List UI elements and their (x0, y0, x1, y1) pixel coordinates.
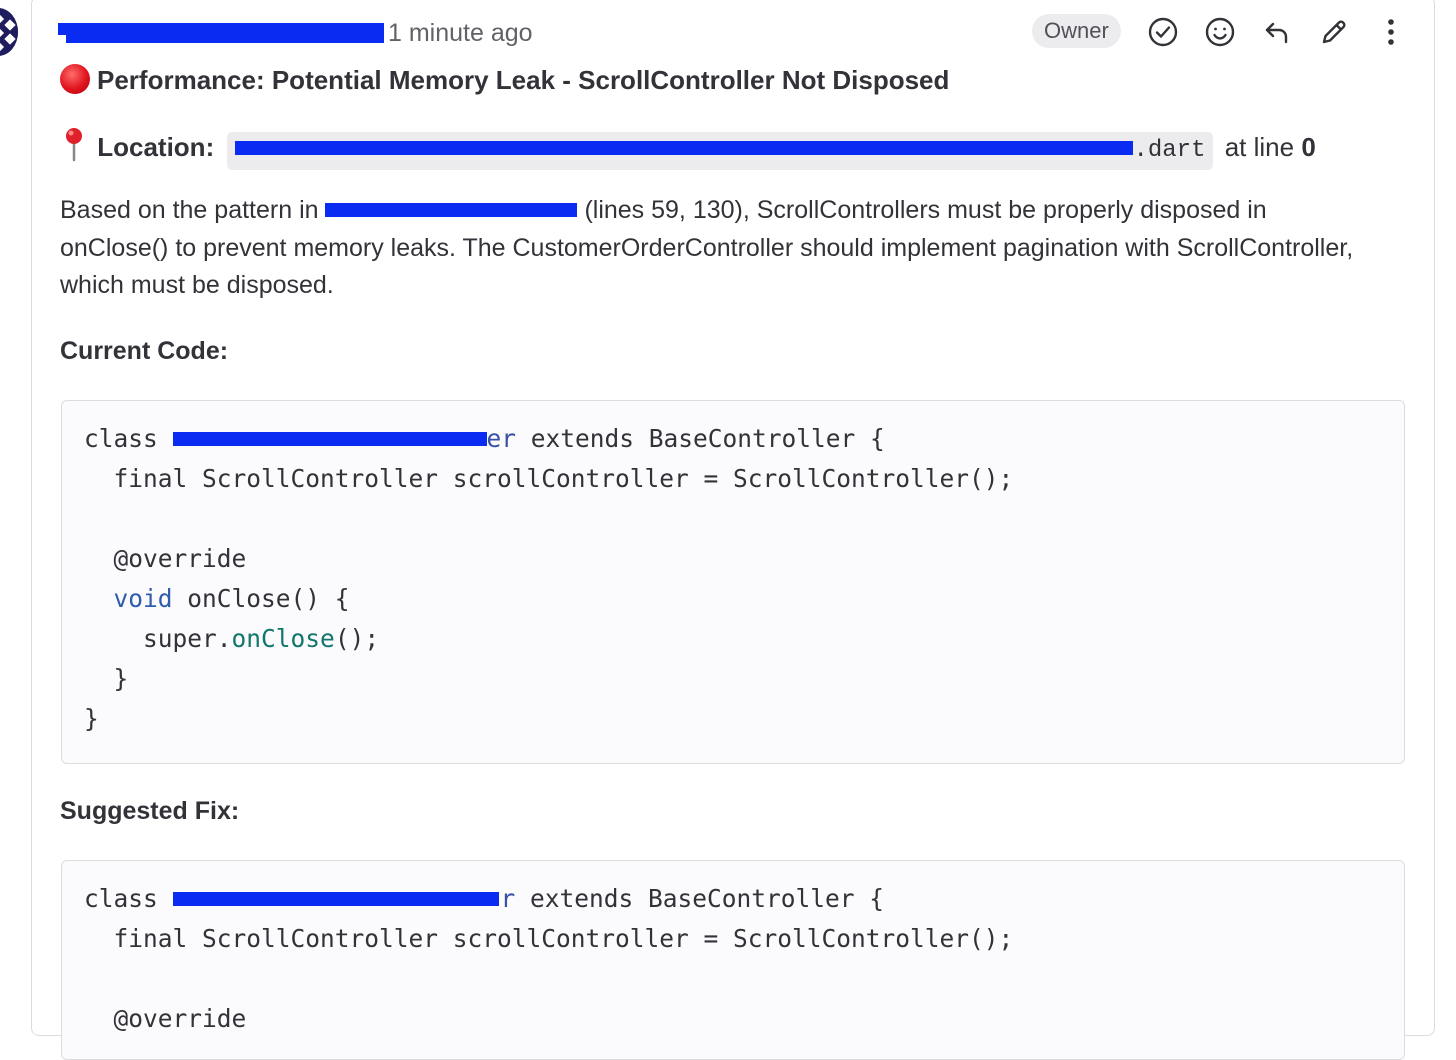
comment-header: 1 minute ago Owner (58, 14, 1436, 50)
code-line: class r extends BaseController { (84, 879, 1382, 919)
code-line: void onClose() { (113, 584, 350, 613)
code-line: class er extends BaseController { (84, 419, 1382, 459)
location-path[interactable]: .dart (227, 132, 1214, 170)
redacted-class-name: r (172, 879, 515, 919)
location-line: Location: .dart at line 0 (60, 126, 1316, 170)
reply-arrow-icon[interactable] (1260, 15, 1294, 49)
resolve-check-icon[interactable] (1146, 15, 1180, 49)
redacted-class-name: er (172, 419, 516, 459)
red-circle-icon (60, 64, 90, 94)
avatar[interactable] (0, 8, 18, 56)
code-line: final ScrollController scrollController … (84, 464, 1014, 493)
emoji-smile-icon[interactable] (1203, 15, 1237, 49)
code-line: } (84, 704, 99, 733)
redacted-path (235, 132, 1134, 162)
redaction-bar (58, 23, 384, 35)
owner-badge: Owner (1032, 14, 1121, 48)
location-line-number: 0 (1301, 132, 1316, 162)
location-label: Location: (97, 132, 215, 162)
author-name[interactable] (58, 20, 386, 46)
comment-description: Based on the pattern in (lines 59, 130),… (60, 196, 1354, 299)
timestamp[interactable]: 1 minute ago (388, 18, 533, 48)
code-line: @override (84, 1004, 247, 1033)
redaction-bar (66, 35, 384, 43)
edit-pencil-icon[interactable] (1317, 15, 1351, 49)
current-code-heading: Current Code: (60, 337, 229, 365)
location-line-text: at line (1224, 132, 1295, 162)
redacted-class-name (325, 197, 578, 221)
code-line: final ScrollController scrollController … (84, 924, 1014, 953)
code-line: } (84, 664, 129, 693)
comment-title: Performance: Potential Memory Leak - Scr… (60, 60, 949, 100)
suggested-fix-heading: Suggested Fix: (60, 797, 240, 825)
code-line: super.onClose(); (143, 624, 380, 653)
pushpin-icon (66, 128, 82, 162)
code-line: @override (84, 544, 247, 573)
current-code-block[interactable]: class er extends BaseController { final … (61, 400, 1405, 764)
suggested-fix-code-block[interactable]: class r extends BaseController { final S… (61, 860, 1405, 1060)
more-vertical-icon[interactable] (1374, 15, 1408, 49)
